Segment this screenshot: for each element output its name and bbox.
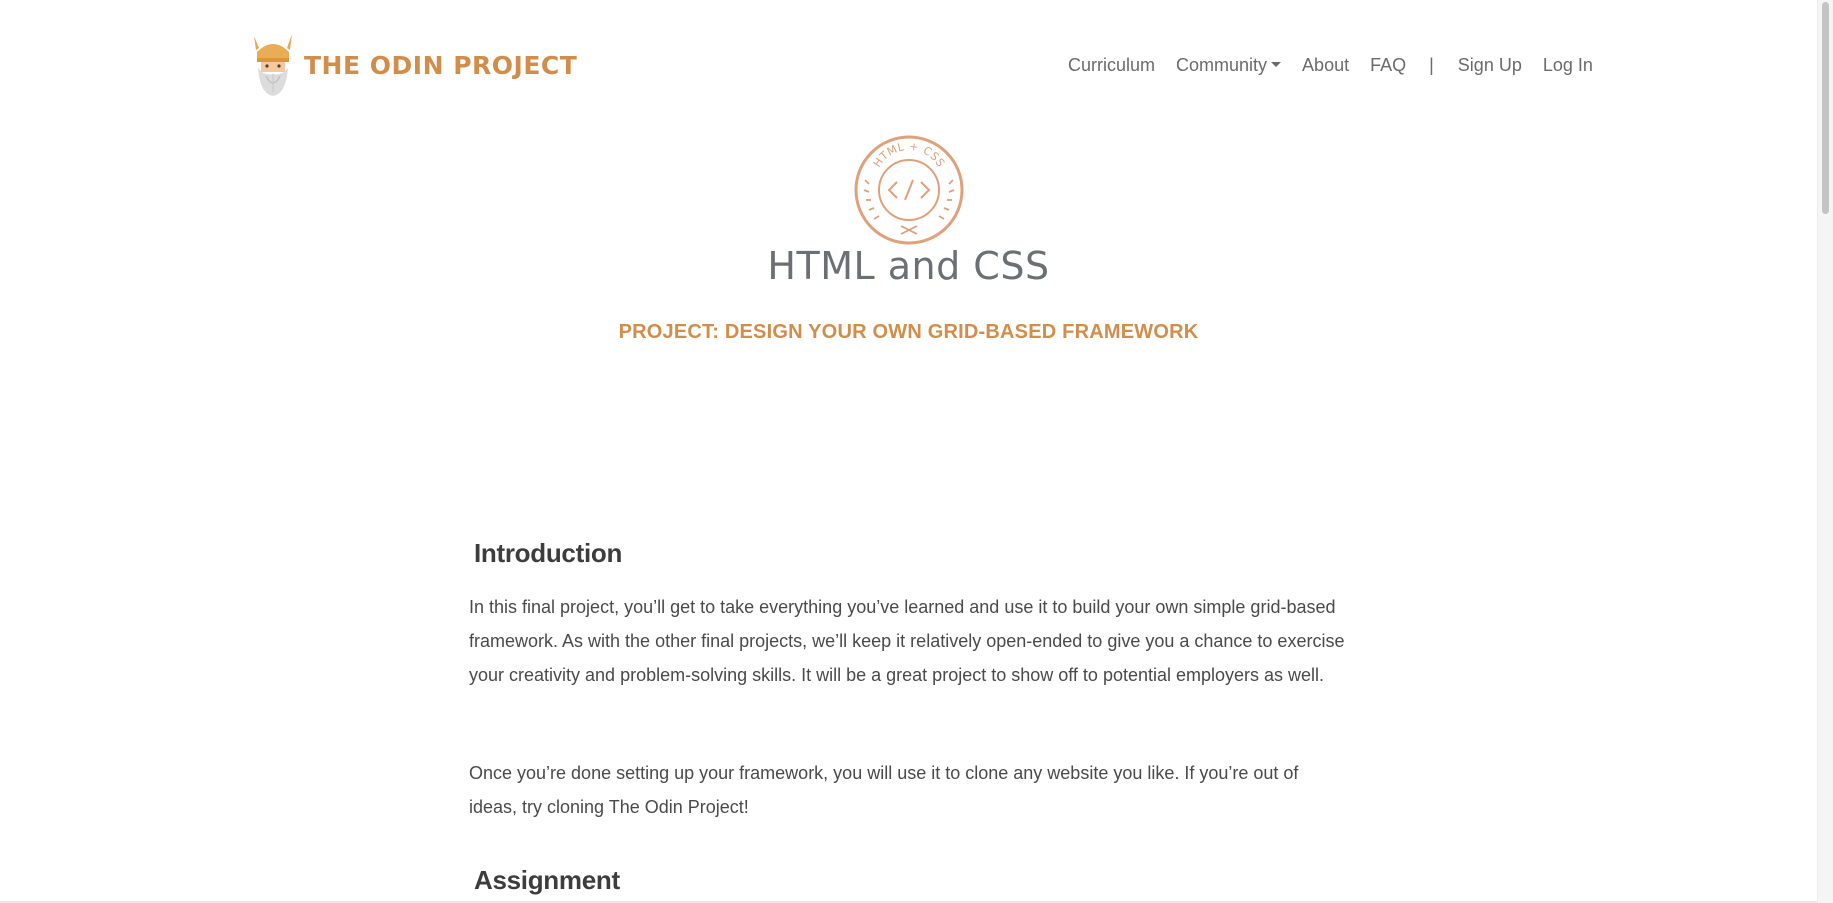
log-in-link[interactable]: Log In — [1543, 55, 1593, 76]
vertical-scrollbar[interactable] — [1817, 0, 1833, 903]
nav-item-faq[interactable]: FAQ — [1370, 55, 1406, 76]
introduction-heading: Introduction — [474, 538, 623, 568]
page: THE ODIN PROJECT Curriculum Community Ab… — [0, 0, 1833, 903]
odin-viking-logo-icon — [254, 34, 292, 96]
sign-up-link[interactable]: Sign Up — [1458, 55, 1522, 76]
page-title: HTML and CSS — [767, 244, 1050, 288]
code-brackets-badge-icon: HTML + CSS — [854, 135, 964, 245]
nav-item-community[interactable]: Community — [1176, 55, 1281, 76]
nav-separator: | — [1429, 55, 1434, 75]
assignment-heading: Assignment — [474, 865, 620, 895]
scrollbar-thumb[interactable] — [1822, 2, 1829, 214]
brand-link[interactable]: THE ODIN PROJECT — [248, 32, 577, 98]
nav-item-curriculum[interactable]: Curriculum — [1068, 55, 1155, 76]
main-nav: Curriculum Community About FAQ | Sign Up… — [1068, 55, 1614, 76]
navbar: THE ODIN PROJECT Curriculum Community Ab… — [0, 0, 1817, 110]
introduction-paragraph-2: Once you’re done setting up your framewo… — [469, 763, 1299, 817]
project-subtitle: PROJECT: DESIGN YOUR OWN GRID-BASED FRAM… — [618, 321, 1199, 343]
introduction-paragraph: In this final project, you’ll get to tak… — [469, 597, 1345, 685]
brand-name: THE ODIN PROJECT — [304, 50, 578, 80]
nav-item-about[interactable]: About — [1302, 55, 1349, 76]
